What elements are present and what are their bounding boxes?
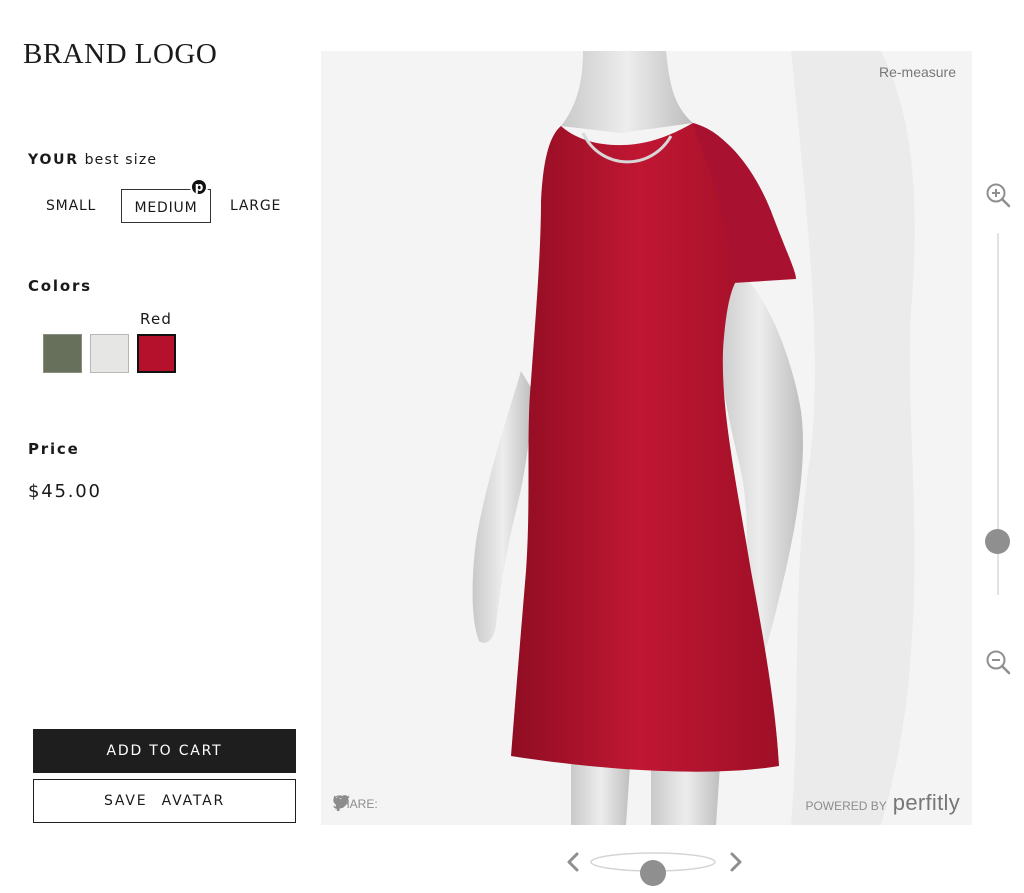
save-avatar-button[interactable]: SAVE AVATAR <box>33 779 296 823</box>
rotate-left-chevron-icon[interactable] <box>563 849 583 875</box>
size-heading-rest: best size <box>84 152 158 168</box>
remeasure-link[interactable]: Re-measure <box>879 64 956 80</box>
size-heading: YOUR best size <box>28 151 157 168</box>
zoom-in-icon[interactable] <box>984 181 1012 209</box>
brand-logo: BRAND LOGO <box>23 38 218 70</box>
facebook-icon[interactable] <box>334 795 412 813</box>
rotation-slider-thumb[interactable] <box>640 860 666 886</box>
perfitly-badge-icon: p <box>190 178 208 196</box>
selected-color-name: Red <box>140 310 173 328</box>
powered-by: POWERED BY perfitly <box>805 790 960 816</box>
price-heading: Price <box>28 440 80 458</box>
size-option-small[interactable]: SMALL <box>46 198 96 214</box>
size-heading-bold: YOUR <box>28 152 79 168</box>
color-swatch-grey[interactable] <box>90 334 129 373</box>
color-swatch-red[interactable] <box>137 334 176 373</box>
color-swatch-olive[interactable] <box>43 334 82 373</box>
rotate-right-chevron-icon[interactable] <box>726 849 746 875</box>
colors-heading: Colors <box>28 277 92 295</box>
pinterest-icon[interactable] <box>333 795 480 813</box>
powered-by-label: POWERED BY <box>805 799 887 813</box>
twitter-icon[interactable] <box>333 795 446 813</box>
avatar-render <box>472 51 915 825</box>
zoom-slider-thumb[interactable] <box>985 528 1010 554</box>
zoom-out-icon[interactable] <box>984 648 1012 676</box>
avatar-viewer[interactable]: Re-measure SHARE: POWERED BY perfitly <box>321 51 972 825</box>
add-to-cart-button[interactable]: ADD TO CART <box>33 729 296 773</box>
share-bar: SHARE: <box>333 795 480 813</box>
size-option-large[interactable]: LARGE <box>230 198 281 214</box>
perfitly-logo: perfitly <box>892 790 960 815</box>
price-value: $45.00 <box>28 481 102 502</box>
